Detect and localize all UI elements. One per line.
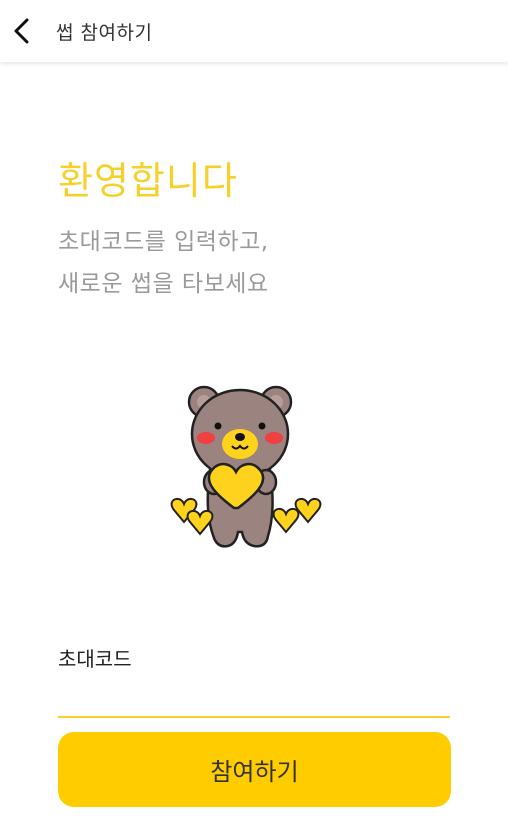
app-header: 썹 참여하기 xyxy=(0,0,508,62)
welcome-heading: 환영합니다 xyxy=(58,159,238,203)
join-button[interactable]: 참여하기 xyxy=(58,732,451,807)
page-title: 썹 참여하기 xyxy=(56,21,153,44)
subtitle-line-1: 초대코드를 입력하고, xyxy=(58,229,269,255)
bear-illustration xyxy=(170,385,322,548)
subtitle-line-2: 새로운 썹을 타보세요 xyxy=(58,271,269,297)
back-button[interactable] xyxy=(0,0,44,62)
chevron-left-icon xyxy=(14,18,29,44)
invite-code-label: 초대코드 xyxy=(58,647,132,671)
invite-code-input[interactable] xyxy=(58,680,450,718)
